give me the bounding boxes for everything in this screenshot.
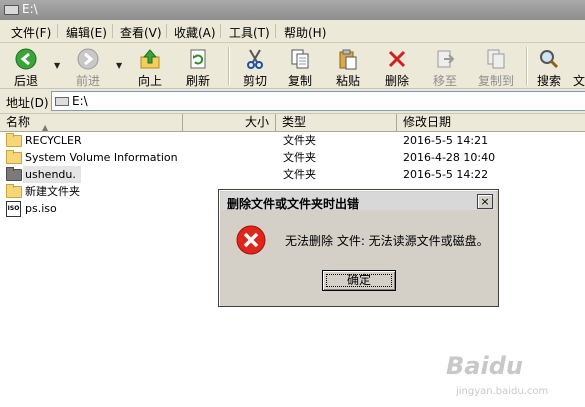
- address-value: E:\: [72, 94, 88, 108]
- folder-icon: [6, 184, 22, 198]
- column-header-size[interactable]: 大小: [183, 114, 276, 131]
- address-label: 地址(D): [6, 96, 49, 110]
- column-header-name[interactable]: 名称 ▲: [0, 114, 183, 132]
- cut-button[interactable]: 剪切: [233, 45, 277, 88]
- window-title-bar: E:\: [0, 0, 585, 20]
- column-header-modified[interactable]: 修改日期: [397, 114, 585, 131]
- up-button[interactable]: 向上: [128, 45, 172, 88]
- copy-label: 复制: [287, 74, 312, 88]
- toolbar-separator: [228, 47, 230, 85]
- error-dialog: 删除文件或文件夹时出错 × 无法删除 文件: 无法读源文件或磁盘。 确定: [218, 189, 499, 307]
- menu-tools[interactable]: 工具(T): [228, 24, 271, 41]
- menu-separator: [275, 24, 276, 38]
- back-arrow-icon: [15, 48, 37, 70]
- folders-label: 文: [573, 74, 585, 87]
- dialog-title-bar: 删除文件或文件夹时出错 ×: [221, 192, 496, 211]
- file-name: 新建文件夹: [25, 185, 80, 198]
- file-name: RECYCLER: [25, 134, 82, 147]
- list-item[interactable]: System Volume Information 文件夹 2016-4-28 …: [0, 149, 585, 166]
- window-title: E:\: [22, 2, 38, 16]
- back-dropdown-icon[interactable]: ▼: [54, 61, 60, 70]
- move-to-icon: [437, 50, 455, 68]
- dialog-message: 无法删除 文件: 无法读源文件或磁盘。: [285, 234, 489, 248]
- drive-icon: [55, 97, 69, 106]
- refresh-label: 刷新: [185, 74, 210, 88]
- address-input[interactable]: E:\: [51, 91, 585, 111]
- menu-file[interactable]: 文件(F): [10, 24, 52, 41]
- column-name-label: 名称: [6, 115, 31, 129]
- column-header-bar: 名称 ▲ 大小 类型 修改日期: [0, 114, 585, 132]
- copy-button[interactable]: 复制: [278, 45, 322, 88]
- watermark-url: jingyan.baidu.com: [456, 386, 549, 397]
- folder-icon: [6, 150, 22, 164]
- drive-icon: [4, 5, 19, 15]
- copy-icon: [291, 49, 309, 69]
- folder-icon: [6, 133, 22, 147]
- menu-help[interactable]: 帮助(H): [283, 24, 327, 41]
- menu-bar: 文件(F) 编辑(E) 查看(V) 收藏(A) 工具(T) 帮助(H): [0, 20, 585, 43]
- move-to-label: 移至: [432, 74, 457, 88]
- copy-to-label: 复制到: [477, 74, 514, 88]
- delete-button[interactable]: 删除: [375, 45, 419, 88]
- delete-x-icon: [388, 50, 406, 68]
- search-magnifier-icon: [540, 50, 559, 69]
- menu-separator: [220, 24, 221, 38]
- back-label: 后退: [13, 74, 38, 88]
- file-modified: 2016-5-5 14:21: [403, 134, 489, 147]
- copy-to-icon: [487, 49, 505, 69]
- paste-label: 粘贴: [335, 74, 360, 88]
- refresh-icon: [190, 49, 206, 69]
- column-size-label: 大小: [244, 115, 269, 129]
- menu-edit[interactable]: 编辑(E): [65, 24, 108, 41]
- back-button[interactable]: 后退: [4, 45, 48, 88]
- list-item[interactable]: ushendu. 文件夹 2016-5-5 14:22: [0, 166, 585, 183]
- dialog-title: 删除文件或文件夹时出错: [227, 197, 360, 211]
- file-name: System Volume Information: [25, 151, 178, 164]
- ok-button[interactable]: 确定: [322, 270, 396, 291]
- paste-button[interactable]: 粘贴: [326, 45, 370, 88]
- file-modified: 2016-5-5 14:22: [403, 168, 489, 181]
- forward-button[interactable]: 前进: [66, 45, 110, 88]
- folders-button[interactable]: 文: [570, 45, 585, 87]
- dialog-close-button[interactable]: ×: [477, 194, 493, 209]
- file-type: 文件夹: [283, 151, 316, 164]
- error-icon: [236, 225, 266, 255]
- forward-dropdown-icon[interactable]: ▼: [116, 61, 122, 70]
- file-name: ps.iso: [25, 202, 57, 215]
- copy-to-button[interactable]: 复制到: [470, 45, 522, 88]
- menu-separator: [112, 24, 113, 38]
- menu-favorites[interactable]: 收藏(A): [173, 24, 217, 41]
- delete-label: 删除: [384, 74, 409, 88]
- search-label: 搜索: [536, 74, 561, 88]
- watermark: Baidu jingyan.baidu.com: [446, 352, 581, 402]
- menu-view[interactable]: 查看(V): [119, 24, 163, 41]
- toolbar: 后退 ▼ 前进 ▼ 向上 刷新 剪切 复制 粘贴 删除 移至 复制到 搜索 文: [0, 43, 585, 89]
- column-type-label: 类型: [282, 115, 307, 129]
- list-item[interactable]: RECYCLER 文件夹 2016-5-5 14:21: [0, 132, 585, 149]
- menu-separator: [57, 24, 58, 38]
- file-modified: 2016-4-28 10:40: [403, 151, 496, 164]
- refresh-button[interactable]: 刷新: [176, 45, 220, 88]
- address-bar: 地址(D) E:\: [0, 89, 585, 114]
- column-modified-label: 修改日期: [403, 115, 452, 129]
- forward-arrow-icon: [77, 48, 99, 70]
- menu-separator: [166, 24, 167, 38]
- file-name: ushendu.: [25, 168, 76, 181]
- file-type: 文件夹: [283, 134, 316, 147]
- folder-icon: [6, 167, 22, 181]
- cut-label: 剪切: [242, 74, 267, 88]
- iso-file-icon: ISO: [6, 201, 21, 217]
- column-header-type[interactable]: 类型: [276, 114, 397, 131]
- folder-up-icon: [140, 49, 160, 69]
- toolbar-separator: [526, 47, 528, 85]
- focus-rect: [326, 274, 392, 287]
- forward-label: 前进: [75, 74, 100, 88]
- up-label: 向上: [137, 74, 162, 88]
- scissors-icon: [247, 49, 263, 69]
- move-to-button[interactable]: 移至: [423, 45, 467, 88]
- paste-icon: [339, 49, 357, 70]
- file-type: 文件夹: [283, 168, 316, 181]
- search-button[interactable]: 搜索: [530, 45, 568, 88]
- watermark-brand: Baidu: [446, 352, 523, 380]
